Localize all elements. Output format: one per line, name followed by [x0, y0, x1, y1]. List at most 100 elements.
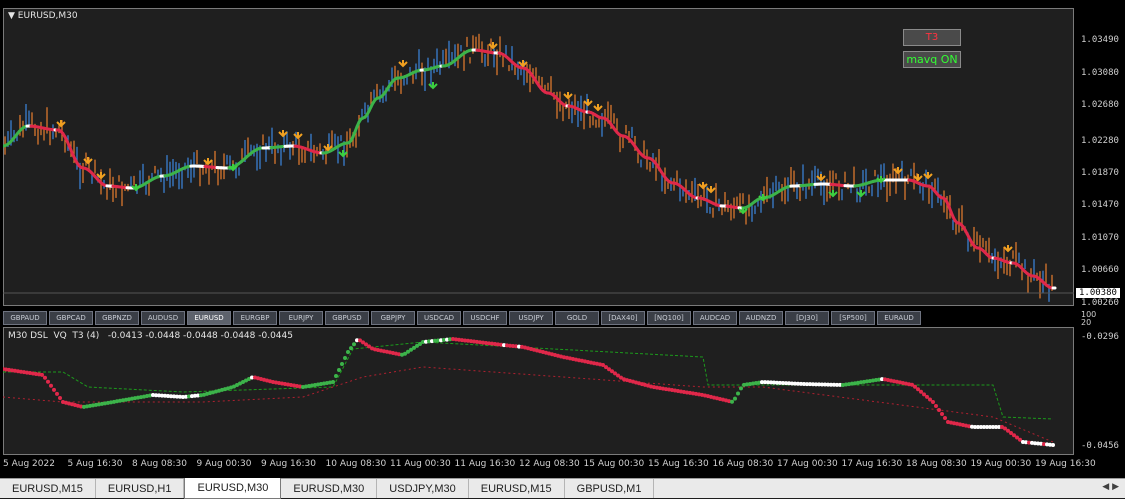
time-axis-label: 17 Aug 16:30	[842, 459, 903, 469]
chevron-right-icon[interactable]: ▶	[1112, 482, 1119, 492]
signal-arrow-icon	[57, 120, 65, 126]
time-axis-label: 9 Aug 16:30	[261, 459, 316, 469]
signal-arrow-icon	[924, 172, 932, 178]
chart-tab[interactable]: USDJPY,M30	[377, 479, 468, 498]
symbol-button[interactable]: USDCAD	[417, 311, 461, 325]
symbol-button[interactable]: EURUSD	[187, 311, 231, 325]
signal-arrow-icon	[594, 104, 602, 110]
time-axis-label: 10 Aug 08:30	[326, 459, 387, 469]
price-axis-label: 1.00660	[1081, 265, 1119, 275]
oscillator-dot	[58, 396, 62, 400]
chart-symbol-label: EURUSD,M30	[18, 11, 78, 21]
oscillator-dot	[331, 380, 335, 384]
symbol-button[interactable]: USDCHF	[463, 311, 507, 325]
chart-tab[interactable]: EURUSD,H1	[96, 479, 185, 498]
price-axis-label: 1.03080	[1081, 68, 1119, 78]
chart-title: ▼ EURUSD,M30	[8, 11, 78, 21]
t3-button[interactable]: T3	[903, 29, 961, 46]
signal-arrow-icon	[857, 190, 865, 196]
oscillator-dot	[931, 400, 935, 404]
oscillator-dot	[52, 388, 56, 392]
oscillator-dot	[340, 362, 344, 366]
symbol-button[interactable]: [SP500]	[831, 311, 875, 325]
symbol-button[interactable]: GBPCAD	[49, 311, 93, 325]
signal-arrow-icon	[564, 92, 572, 98]
symbol-button[interactable]: [NQ100]	[647, 311, 691, 325]
price-axis-label: 1.02680	[1081, 100, 1119, 110]
signal-arrow-icon	[84, 157, 92, 163]
mavq-button[interactable]: mavq ON	[903, 51, 961, 68]
time-axis-label: 9 Aug 00:30	[197, 459, 252, 469]
time-axis-label: 17 Aug 00:30	[777, 459, 838, 469]
oscillator-dot	[940, 412, 944, 416]
symbol-button[interactable]: GBPAUD	[3, 311, 47, 325]
separator-scale: 100 20	[1081, 311, 1096, 327]
symbol-button[interactable]: EURJPY	[279, 311, 323, 325]
chart-tab[interactable]: EURUSD,M30	[281, 479, 377, 498]
signal-arrow-icon	[279, 130, 287, 136]
oscillator-dot	[49, 384, 53, 388]
time-axis-label: 19 Aug 00:30	[971, 459, 1032, 469]
symbol-button[interactable]: GOLD	[555, 311, 599, 325]
signal-arrow-icon	[399, 60, 407, 66]
symbol-button[interactable]: AUDNZD	[739, 311, 783, 325]
oscillator-dot	[346, 350, 350, 354]
symbol-button[interactable]: AUDCAD	[693, 311, 737, 325]
indicator-title: M30 DSL VQ T3 (4) -0.0413 -0.0448 -0.044…	[8, 331, 293, 341]
dsl-lower-line	[3, 367, 1053, 442]
price-axis-label: 1.01070	[1081, 233, 1119, 243]
price-axis-label: 1.00260	[1081, 298, 1119, 308]
indicator-svg[interactable]	[3, 327, 1074, 455]
symbol-button[interactable]: EURGBP	[233, 311, 277, 325]
time-axis-label: 11 Aug 00:30	[390, 459, 451, 469]
signal-arrow-icon	[914, 174, 922, 180]
price-axis-label: 1.03490	[1081, 35, 1119, 45]
time-axis-label: 16 Aug 08:30	[713, 459, 774, 469]
price-axis-label: 1.02280	[1081, 136, 1119, 146]
oscillator-dot	[46, 380, 50, 384]
signal-arrow-icon	[707, 186, 715, 192]
symbol-button[interactable]: [DAX40]	[601, 311, 645, 325]
oscillator-dot	[943, 416, 947, 420]
oscillator-dot	[733, 397, 737, 401]
indicator-scale-bottom: -0.0456	[1081, 441, 1119, 451]
signal-arrow-icon	[339, 150, 347, 156]
chart-tab[interactable]: EURUSD,M15	[0, 479, 96, 498]
oscillator-dot	[736, 392, 740, 396]
signal-arrow-icon	[699, 182, 707, 188]
chart-tab-bar: EURUSD,M15EURUSD,H1EURUSD,M30EURUSD,M30U…	[0, 478, 1125, 498]
oscillator-dot	[55, 392, 59, 396]
signal-arrow-icon	[204, 158, 212, 164]
oscillator-dot	[343, 356, 347, 360]
triangle-down-icon[interactable]: ▼	[8, 11, 15, 21]
oscillator-dot	[40, 373, 44, 377]
symbol-button[interactable]: GBPNZD	[95, 311, 139, 325]
symbol-button-bar: GBPAUDGBPCADGBPNZDAUDUSDEURUSDEURGBPEURJ…	[3, 311, 921, 325]
oscillator-dot	[934, 404, 938, 408]
symbol-button[interactable]: AUDUSD	[141, 311, 185, 325]
price-axis-label: 1.01870	[1081, 168, 1119, 178]
symbol-button[interactable]: USDJPY	[509, 311, 553, 325]
chart-tab[interactable]: GBPUSD,M1	[565, 479, 655, 498]
indicator-scale-top: -0.0296	[1081, 332, 1119, 342]
signal-arrow-icon	[489, 42, 497, 48]
chart-tab[interactable]: EURUSD,M30	[184, 478, 281, 499]
time-axis-label: 12 Aug 08:30	[519, 459, 580, 469]
signal-arrow-icon	[429, 82, 437, 88]
time-axis-label: 5 Aug 2022	[3, 459, 55, 469]
symbol-button[interactable]: EURAUD	[877, 311, 921, 325]
chevron-left-icon[interactable]: ◀	[1102, 482, 1109, 492]
signal-arrow-icon	[894, 167, 902, 173]
oscillator-dot	[730, 400, 734, 404]
oscillator-dot	[43, 376, 47, 380]
oscillator-dot	[739, 386, 743, 390]
symbol-button[interactable]: GBPJPY	[371, 311, 415, 325]
symbol-button[interactable]: [DJ30]	[785, 311, 829, 325]
chart-tab[interactable]: EURUSD,M15	[469, 479, 565, 498]
time-axis-label: 11 Aug 16:30	[455, 459, 516, 469]
tab-scroll-arrows[interactable]: ◀ ▶	[1102, 482, 1119, 492]
oscillator-dot	[349, 346, 353, 350]
signal-arrow-icon	[1004, 245, 1012, 251]
symbol-button[interactable]: GBPUSD	[325, 311, 369, 325]
time-axis-label: 8 Aug 08:30	[132, 459, 187, 469]
